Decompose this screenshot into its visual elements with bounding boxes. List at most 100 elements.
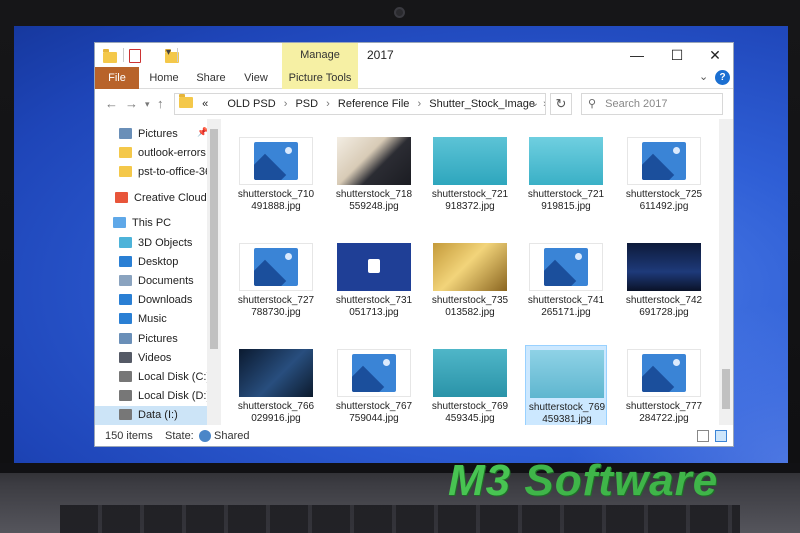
tab-picture-tools[interactable]: Picture Tools xyxy=(282,67,358,89)
file-thumbnail xyxy=(337,137,411,185)
file-name: shutterstock_725 611492.jpg xyxy=(623,189,705,213)
file-name: shutterstock_721 918372.jpg xyxy=(429,189,511,213)
properties-icon[interactable] xyxy=(129,49,141,63)
file-grid: shutterstock_710 491888.jpg shutterstock_7… xyxy=(223,119,719,445)
back-icon[interactable]: ← xyxy=(105,96,118,111)
manage-tab[interactable]: Manage xyxy=(282,43,358,67)
file-name: shutterstock_710 491888.jpg xyxy=(235,189,317,213)
file-name-line: 029916.jpg xyxy=(251,413,301,424)
image-placeholder-icon xyxy=(544,248,588,286)
large-icons-view-icon[interactable] xyxy=(715,430,727,442)
content-scrollbar-thumb[interactable] xyxy=(722,369,730,409)
shared-users-icon xyxy=(199,430,211,442)
file-name: shutterstock_741 265171.jpg xyxy=(525,295,607,319)
file-item[interactable]: shutterstock_727 788730.jpg xyxy=(235,239,317,339)
search-icon: ⚲ xyxy=(588,98,597,110)
breadcrumb-shutter-stock-image[interactable]: Shutter_Stock_Image xyxy=(429,98,535,110)
content-scrollbar[interactable] xyxy=(719,119,733,425)
recent-locations-icon[interactable]: ▾ xyxy=(145,99,150,110)
file-name-line: shutterstock_769 xyxy=(431,401,509,412)
file-name-line: shutterstock_727 xyxy=(237,295,315,306)
file-name: shutterstock_769 459345.jpg xyxy=(429,401,511,425)
file-item[interactable]: shutterstock_725 611492.jpg xyxy=(623,133,705,233)
file-name-line: 459345.jpg xyxy=(445,413,495,424)
videos-icon xyxy=(119,352,132,363)
tab-home[interactable]: Home xyxy=(145,67,183,89)
file-item[interactable]: shutterstock_735 013582.jpg xyxy=(429,239,511,339)
item-count: 150 items xyxy=(105,430,153,442)
address-row: ← → ▾ ↑ « OLD PSD › PSD › Reference File… xyxy=(95,89,733,119)
status-bar: 150 items State: Shared xyxy=(95,425,733,446)
address-bar[interactable]: « OLD PSD › PSD › Reference File › Shutt… xyxy=(174,93,546,115)
breadcrumb-overflow[interactable]: « xyxy=(202,98,208,110)
file-name: shutterstock_735 013582.jpg xyxy=(429,295,511,319)
file-item[interactable]: shutterstock_741 265171.jpg xyxy=(525,239,607,339)
file-item[interactable]: shutterstock_721 919815.jpg xyxy=(525,133,607,233)
file-thumbnail xyxy=(529,137,603,185)
breadcrumb-old-psd[interactable]: OLD PSD xyxy=(227,98,275,110)
file-item[interactable]: shutterstock_731 051713.jpg xyxy=(333,239,415,339)
file-name-line: shutterstock_769 xyxy=(528,402,606,413)
file-thumbnail xyxy=(530,350,604,398)
image-placeholder-icon xyxy=(254,142,298,180)
folder-icon xyxy=(103,49,117,63)
details-view-icon[interactable] xyxy=(697,430,709,442)
nav-item-data-i[interactable]: Data (I:) xyxy=(95,406,207,425)
file-name-line: 013582.jpg xyxy=(445,307,495,318)
nav-scrollbar-thumb[interactable] xyxy=(210,129,218,349)
minimize-button[interactable]: — xyxy=(621,45,653,65)
file-name-line: shutterstock_742 xyxy=(625,295,703,306)
keyboard-row xyxy=(60,505,740,533)
file-name-line: shutterstock_767 xyxy=(335,401,413,412)
forward-icon[interactable]: → xyxy=(125,96,138,111)
chevron-down-icon[interactable]: ⌄ xyxy=(531,94,539,114)
tab-share[interactable]: Share xyxy=(193,67,229,89)
music-icon xyxy=(119,313,132,324)
file-thumbnail xyxy=(529,243,603,291)
file-name-line: 284722.jpg xyxy=(639,413,689,424)
file-name-line: 759044.jpg xyxy=(349,413,399,424)
folder-icon xyxy=(119,147,132,158)
drive-icon xyxy=(119,409,132,420)
up-icon[interactable]: ↑ xyxy=(157,96,164,111)
webcam xyxy=(394,7,405,18)
file-item[interactable]: shutterstock_710 491888.jpg xyxy=(235,133,317,233)
file-name-line: 611492.jpg xyxy=(639,201,689,212)
file-name-line: 788730.jpg xyxy=(251,307,301,318)
pictures-icon xyxy=(119,333,132,344)
close-button[interactable]: ✕ xyxy=(699,45,731,65)
search-input[interactable]: ⚲ Search 2017 xyxy=(581,93,723,115)
file-name: shutterstock_718 559248.jpg xyxy=(333,189,415,213)
file-name-line: 691728.jpg xyxy=(639,307,689,318)
file-name: shutterstock_727 788730.jpg xyxy=(235,295,317,319)
file-name-line: shutterstock_721 xyxy=(527,189,605,200)
maximize-button[interactable]: ☐ xyxy=(661,45,693,65)
expand-ribbon-icon[interactable]: ⌄ xyxy=(699,70,708,83)
nav-item-creative-cloud[interactable]: Creative Cloud Files xyxy=(115,189,207,208)
pictures-icon xyxy=(119,128,132,139)
file-explorer-window: ▾ Manage 2017 — ☐ ✕ File Home Share View… xyxy=(94,42,734,447)
watermark-logo: M3 Software xyxy=(448,456,719,505)
file-name-line: 918372.jpg xyxy=(445,201,495,212)
file-name-line: 051713.jpg xyxy=(349,307,399,318)
file-thumbnail xyxy=(627,243,701,291)
refresh-button[interactable]: ↻ xyxy=(550,93,572,115)
file-item[interactable]: shutterstock_742 691728.jpg xyxy=(623,239,705,339)
tab-view[interactable]: View xyxy=(239,67,273,89)
file-thumbnail xyxy=(239,243,313,291)
file-name-line: shutterstock_777 xyxy=(625,401,703,412)
customize-quick-access-icon[interactable]: ▾ xyxy=(166,47,171,61)
breadcrumb-psd[interactable]: PSD xyxy=(295,98,318,110)
nav-scrollbar[interactable] xyxy=(207,119,221,425)
documents-icon xyxy=(119,275,132,286)
help-icon[interactable]: ? xyxy=(715,70,730,85)
file-name-line: shutterstock_721 xyxy=(431,189,509,200)
file-name-line: 491888.jpg xyxy=(251,201,301,212)
breadcrumb-reference-file[interactable]: Reference File xyxy=(338,98,410,110)
file-item[interactable]: shutterstock_721 918372.jpg xyxy=(429,133,511,233)
file-item[interactable]: shutterstock_718 559248.jpg xyxy=(333,133,415,233)
title-bar: ▾ Manage 2017 — ☐ ✕ xyxy=(95,43,733,67)
tab-file[interactable]: File xyxy=(95,67,139,89)
nav-item-pst-to-office[interactable]: pst-to-office-365 xyxy=(119,163,207,182)
file-thumbnail xyxy=(627,137,701,185)
